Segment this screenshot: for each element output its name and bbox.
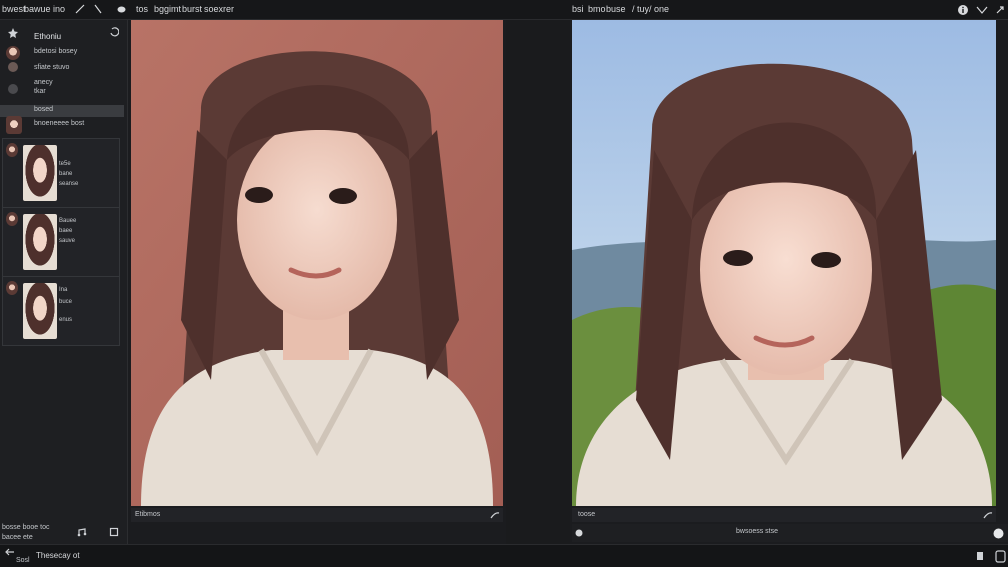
footer-label: bosse booe toc: [2, 524, 50, 531]
tab-item[interactable]: bggimt: [154, 4, 181, 14]
avatar: [6, 46, 20, 60]
avatar: [6, 143, 18, 157]
square-icon[interactable]: [974, 550, 986, 562]
card-text: te5e: [59, 161, 71, 167]
tab-item[interactable]: tos: [136, 4, 148, 14]
layer-label: bnoeneeee bost: [34, 120, 85, 127]
status-text: toose: [578, 511, 596, 518]
card-text: Ina: [59, 287, 68, 293]
menu-item[interactable]: buse: [606, 4, 626, 14]
card-text: bane: [59, 171, 73, 177]
portrait-thumbnail: [23, 283, 57, 339]
layer-label: sfiate stuvo: [34, 64, 70, 71]
left-canvas-image[interactable]: [131, 20, 503, 506]
portrait-thumbnail: [23, 145, 57, 201]
menu-item[interactable]: bsi: [572, 4, 584, 14]
layer-card[interactable]: te5e bane seanse: [2, 138, 120, 208]
bottom-item[interactable]: Sosl: [16, 557, 30, 564]
left-statusbar: Etibmos: [131, 508, 503, 522]
layer-row[interactable]: bdetosi bosey: [0, 46, 124, 60]
portrait-thumbnail: [23, 214, 57, 270]
timeline-label: bwsoess stse: [736, 528, 779, 535]
card-text: sauve: [59, 238, 76, 244]
menu-item[interactable]: / tuy/ one: [632, 4, 669, 14]
tab-item[interactable]: burst: [182, 4, 202, 14]
avatar: [6, 212, 18, 226]
square-icon[interactable]: [108, 526, 120, 538]
chevron-down-icon[interactable]: [975, 3, 988, 16]
toggle-icon[interactable]: [992, 527, 1004, 539]
status-text: Etibmos: [135, 511, 161, 518]
brush-icon[interactable]: [74, 3, 86, 15]
top-menubar: bwest bawue ino tos bggimt burst soexrer…: [0, 0, 1008, 20]
resize-icon[interactable]: [489, 509, 501, 521]
layer-label: tkar: [34, 88, 46, 95]
frame-icon[interactable]: [994, 549, 1007, 564]
menu-item[interactable]: bwest: [2, 4, 26, 14]
arrow-left-icon[interactable]: [4, 547, 16, 557]
avatar: [8, 62, 18, 72]
layer-label: bdetosi bosey: [34, 48, 78, 55]
resize-icon[interactable]: [982, 509, 994, 521]
tab-item[interactable]: soexrer: [204, 4, 234, 14]
card-text: buce: [59, 299, 73, 305]
layer-row[interactable]: sfiate stuvo: [0, 62, 124, 75]
card-text: seanse: [59, 181, 79, 187]
layer-row[interactable]: tkar: [0, 84, 124, 96]
expand-icon[interactable]: [994, 3, 1006, 16]
sidebar-footer: bosse booe toc bacee ete: [0, 522, 128, 544]
layer-label: bosed: [34, 106, 54, 113]
info-icon[interactable]: [956, 3, 969, 16]
music-note-icon[interactable]: [76, 526, 88, 538]
card-text: enus: [59, 317, 73, 323]
card-text: baee: [59, 228, 73, 234]
gutter: [506, 20, 570, 544]
footer-label: bacee ete: [2, 534, 33, 541]
right-canvas-image[interactable]: [572, 20, 996, 506]
bottom-bar: Sosl Thesecay ot: [0, 544, 1008, 567]
circle-icon[interactable]: [116, 4, 126, 14]
right-timeline: bwsoess stse: [572, 524, 1008, 542]
star-icon[interactable]: [6, 26, 20, 40]
right-statusbar: toose: [572, 508, 996, 522]
dot-icon: [8, 84, 18, 94]
rotate-icon[interactable]: [108, 26, 120, 38]
sidebar-header: Ethoniu: [34, 32, 62, 41]
menu-item[interactable]: bmo: [588, 4, 606, 14]
card-text: Bauee: [59, 218, 77, 224]
layers-sidebar: Ethoniu bdetosi bosey sfiate stuvo anecy…: [0, 20, 128, 523]
menu-item[interactable]: bawue ino: [24, 4, 65, 14]
layer-row[interactable]: bnoeneeee bost: [0, 116, 124, 134]
layer-card[interactable]: Ina buce enus: [2, 276, 120, 346]
avatar: [6, 281, 18, 295]
avatar: [6, 116, 22, 134]
layer-card[interactable]: Bauee baee sauve: [2, 207, 120, 277]
bottom-item[interactable]: Thesecay ot: [36, 551, 80, 560]
pen-icon[interactable]: [92, 3, 104, 15]
slider-handle[interactable]: [574, 528, 584, 538]
